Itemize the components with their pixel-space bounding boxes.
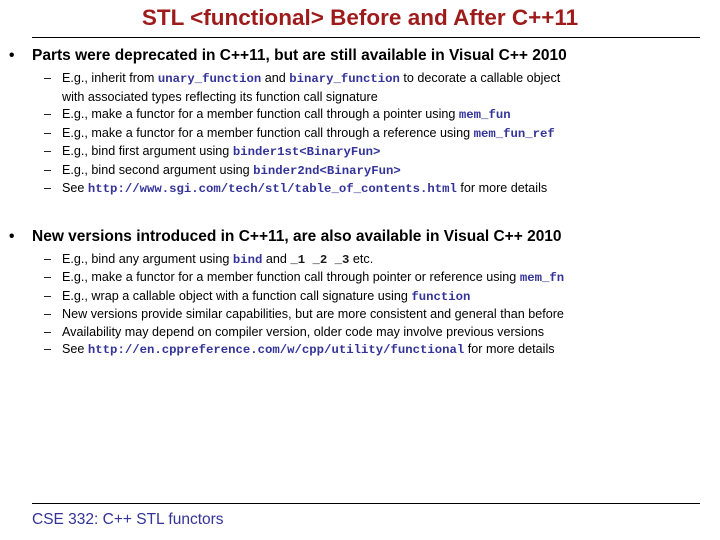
bullet-dash-icon: – bbox=[44, 71, 52, 85]
code-literal: unary_function bbox=[157, 72, 262, 86]
bullet-text-run: E.g., make a functor for a member functi… bbox=[62, 125, 474, 140]
bullet-level2: – E.g., bind first argument using binder1… bbox=[0, 143, 720, 162]
bullet-level2-label: E.g., make a functor for a member functi… bbox=[62, 270, 565, 285]
bullet-level2-label: Availability may depend on compiler vers… bbox=[62, 325, 544, 339]
code-literal: http://www.sgi.com/tech/stl/table_of_con… bbox=[87, 182, 457, 196]
bullet-level2-label: E.g., wrap a callable object with a func… bbox=[62, 288, 471, 304]
bullet-text-run: E.g., bind first argument using bbox=[62, 144, 233, 158]
bullet-level2-label: E.g., bind second argument using binder2… bbox=[62, 162, 401, 178]
bullet-level1: • New versions introduced in C++11, are a… bbox=[0, 227, 720, 247]
bullet-level2-label: E.g., bind any argument using bind and _… bbox=[62, 251, 374, 267]
bullet-dash-icon: – bbox=[44, 251, 52, 266]
bullet-dash-icon: – bbox=[44, 162, 52, 177]
bullet-text-run: and bbox=[261, 71, 290, 85]
bullet-dash-icon: – bbox=[44, 125, 52, 140]
bullet-level2-label: E.g., make a functor for a member functi… bbox=[62, 125, 555, 141]
bullet-level2-label: E.g., inherit from unary_function and bi… bbox=[62, 71, 561, 86]
bullet-text-run: etc. bbox=[349, 251, 374, 266]
slide-canvas: STL <functional> Before and After C++11 … bbox=[0, 0, 720, 540]
code-literal: binder1st<BinaryFun> bbox=[232, 145, 381, 159]
bullet-level2: – E.g., bind second argument using binder… bbox=[0, 162, 720, 181]
bullet-dot-icon: • bbox=[9, 47, 15, 64]
bullet-level2-label: See http://en.cppreference.com/w/cpp/uti… bbox=[62, 342, 555, 357]
bullet-dash-icon: – bbox=[44, 144, 52, 158]
code-literal: binder2nd<BinaryFun> bbox=[253, 163, 401, 178]
bullet-level2: – E.g., bind any argument using bind and … bbox=[0, 251, 720, 270]
bullet-dot-icon: • bbox=[9, 227, 15, 245]
bullet-dash-icon: – bbox=[44, 342, 52, 356]
bullet-level2: – E.g., make a functor for a member funct… bbox=[0, 125, 720, 144]
code-literal: binary_function bbox=[289, 72, 400, 86]
bullet-text-run: for more details bbox=[456, 181, 548, 195]
bullet-level2: – E.g., wrap a callable object with a fun… bbox=[0, 288, 720, 307]
bullet-text-run: E.g., bind any argument using bbox=[62, 251, 233, 266]
code-literal: mem_fn bbox=[519, 271, 565, 285]
bullet-level2-group: – E.g., bind any argument using bind and … bbox=[0, 251, 720, 360]
bullet-level1-label: New versions introduced in C++11, are al… bbox=[32, 227, 562, 245]
bullet-level2-label: New versions provide similar capabilitie… bbox=[62, 307, 564, 321]
bullet-text-run: E.g., make a functor for a member functi… bbox=[62, 107, 459, 121]
code-literal: http://en.cppreference.com/w/cpp/utility… bbox=[87, 343, 465, 357]
bullet-dash-icon: – bbox=[44, 107, 52, 121]
bullet-level2: – E.g., make a functor for a member funct… bbox=[0, 106, 720, 125]
bullet-text-run: New versions provide similar capabilitie… bbox=[62, 307, 564, 321]
code-literal: mem_fun bbox=[458, 108, 511, 122]
bullet-text-run: to decorate a callable object bbox=[399, 71, 561, 85]
code-literal: _1 _2 _3 bbox=[290, 252, 350, 267]
code-literal: bind bbox=[232, 252, 263, 267]
bullet-dash-icon: – bbox=[44, 288, 52, 303]
bullet-text-run: Availability may depend on compiler vers… bbox=[62, 324, 545, 339]
bullet-text-run: E.g., wrap a callable object with a func… bbox=[62, 288, 412, 303]
bullet-text-run: and bbox=[262, 251, 291, 266]
bullet-level2: – See http://en.cppreference.com/w/cpp/ut… bbox=[0, 341, 720, 360]
page-title: STL <functional> Before and After C++11 bbox=[141, 5, 579, 30]
bullet-level2-label: See http://www.sgi.com/tech/stl/table_of… bbox=[62, 181, 548, 196]
code-literal: mem_fun_ref bbox=[473, 126, 555, 141]
bullet-level2-label: E.g., make a functor for a member functi… bbox=[62, 107, 511, 122]
bullet-sections: • Parts were deprecated in C++11, but are… bbox=[0, 46, 720, 360]
bullet-level2: – Availability may depend on compiler ver… bbox=[0, 324, 720, 342]
bullet-text-run: for more details bbox=[464, 342, 555, 356]
bullet-dash-icon: – bbox=[44, 181, 52, 195]
bullet-text-run: E.g., bind second argument using bbox=[62, 162, 254, 177]
bullet-level2: – E.g., make a functor for a member funct… bbox=[0, 269, 720, 288]
bullet-level2: – See http://www.sgi.com/tech/stl/table_o… bbox=[0, 180, 720, 199]
bullet-level1: • Parts were deprecated in C++11, but are… bbox=[0, 46, 720, 66]
footer-divider bbox=[32, 503, 700, 504]
bullet-level2-group: – E.g., inherit from unary_function and b… bbox=[0, 70, 720, 199]
slide-body: • Parts were deprecated in C++11, but are… bbox=[0, 46, 720, 360]
code-literal: function bbox=[411, 289, 471, 304]
bullet-text-run: E.g., inherit from bbox=[62, 71, 158, 85]
bullet-wrap-line: with associated types reflecting its fun… bbox=[62, 89, 378, 104]
slide-title-block: STL <functional> Before and After C++11 bbox=[0, 4, 720, 32]
footer-label: CSE 332: C++ STL functors bbox=[32, 511, 224, 528]
bullet-level2: – New versions provide similar capabiliti… bbox=[0, 306, 720, 324]
bullet-text-run: See bbox=[62, 181, 88, 195]
title-divider bbox=[32, 37, 700, 38]
bullet-level2-label: E.g., bind first argument using binder1s… bbox=[62, 144, 381, 159]
bullet-text-run: See bbox=[62, 342, 88, 356]
bullet-level2: – E.g., inherit from unary_function and b… bbox=[0, 70, 720, 106]
bullet-dash-icon: – bbox=[44, 324, 52, 339]
bullet-text-run: E.g., make a functor for a member functi… bbox=[62, 270, 520, 284]
bullet-dash-icon: – bbox=[44, 307, 52, 321]
bullet-level1-label: Parts were deprecated in C++11, but are … bbox=[32, 47, 567, 64]
bullet-dash-icon: – bbox=[44, 270, 52, 284]
